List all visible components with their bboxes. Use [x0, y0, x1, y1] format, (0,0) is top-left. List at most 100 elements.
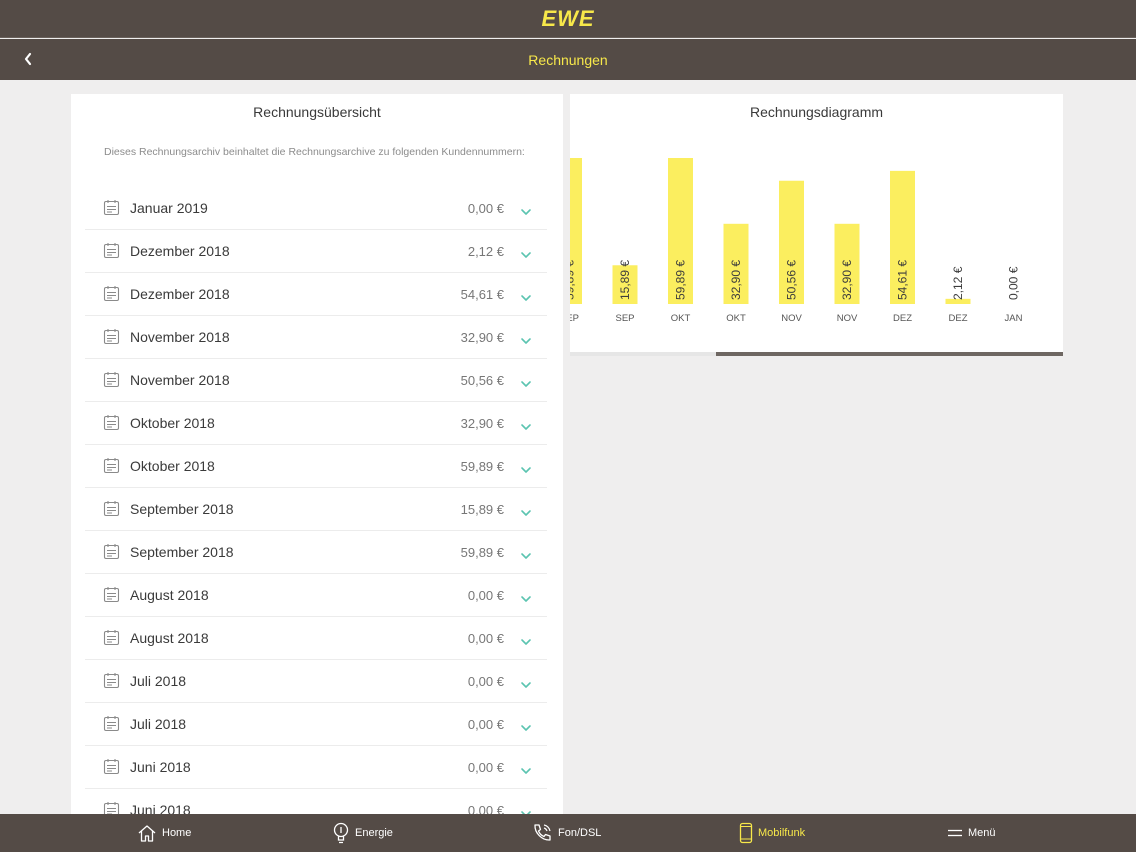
invoice-month: Dezember 2018	[130, 286, 230, 302]
invoice-amount: 32,90 €	[460, 329, 504, 345]
chevron-down-icon[interactable]	[520, 204, 532, 215]
menu-icon	[948, 829, 962, 837]
bar-value-label: 59,89 €	[674, 260, 688, 300]
bulb-icon	[333, 822, 349, 844]
chevron-down-icon[interactable]	[520, 634, 532, 645]
app-header: EWE	[0, 0, 1136, 38]
calendar-icon	[103, 543, 120, 560]
invoice-row[interactable]: Januar 2019 0,00 €	[85, 187, 547, 230]
calendar-icon	[103, 629, 120, 646]
invoice-amount: 54,61 €	[460, 286, 504, 302]
tab-menu-label: Menü	[968, 827, 996, 839]
tab-home[interactable]: Home	[137, 814, 191, 852]
invoice-row[interactable]: September 2018 15,89 €	[85, 488, 547, 531]
category-label: OKT	[671, 313, 691, 324]
invoice-row[interactable]: September 2018 59,89 €	[85, 531, 547, 574]
invoice-row[interactable]: Juni 2018 0,00 €	[85, 746, 547, 789]
phone-icon	[534, 824, 551, 841]
tab-menu[interactable]: Menü	[947, 814, 996, 852]
invoice-amount: 0,00 €	[467, 587, 504, 603]
invoice-amount: 0,00 €	[467, 716, 504, 732]
tab-energie[interactable]: Energie	[332, 814, 393, 852]
chart-title: Rechnungsdiagramm	[749, 104, 884, 120]
chevron-down-icon[interactable]	[520, 505, 532, 516]
invoice-amount: 59,89 €	[460, 458, 504, 474]
chevron-down-icon[interactable]	[520, 247, 532, 258]
invoice-row[interactable]: Dezember 2018 2,12 €	[85, 230, 547, 273]
calendar-icon	[103, 672, 120, 689]
chevron-down-icon[interactable]	[520, 806, 532, 814]
category-label: SEP	[570, 313, 579, 324]
chevron-down-icon[interactable]	[520, 376, 532, 387]
bar-value-label: 2,12 €	[951, 266, 965, 300]
invoice-bar-chart: 59,89 € SEP 15,89 € SEP 59,89 € OKT 32,90 € OKT…	[570, 158, 1023, 324]
chevron-down-icon[interactable]	[520, 419, 532, 430]
tab-energie-label: Energie	[355, 827, 393, 839]
bottom-tab-bar: Home Energie Fon/DSL Mobilfunk Menü	[0, 814, 1136, 852]
chevron-down-icon[interactable]	[520, 720, 532, 731]
calendar-icon	[103, 414, 120, 431]
invoice-month: September 2018	[130, 501, 234, 517]
bar-value-label: 0,00 €	[1007, 266, 1021, 300]
invoice-month: Januar 2019	[130, 200, 208, 216]
invoice-amount: 0,00 €	[467, 673, 504, 689]
chevron-down-icon[interactable]	[520, 462, 532, 473]
invoice-row[interactable]: November 2018 32,90 €	[85, 316, 547, 359]
invoice-row[interactable]: August 2018 0,00 €	[85, 574, 547, 617]
invoice-row[interactable]: Juni 2018 0,00 €	[85, 789, 547, 814]
category-label: JAN	[1005, 313, 1023, 324]
invoice-month: August 2018	[130, 587, 209, 603]
invoice-amount: 32,90 €	[460, 415, 504, 431]
invoice-month: November 2018	[130, 372, 230, 388]
invoice-row[interactable]: Juli 2018 0,00 €	[85, 703, 547, 746]
invoice-month: November 2018	[130, 329, 230, 345]
calendar-icon	[103, 371, 120, 388]
invoice-row[interactable]: August 2018 0,00 €	[85, 617, 547, 660]
bar-value-label: 32,90 €	[729, 260, 743, 300]
invoice-amount: 59,89 €	[460, 544, 504, 560]
invoice-month: Dezember 2018	[130, 243, 230, 259]
tab-fon-dsl-label: Fon/DSL	[558, 827, 602, 839]
home-icon	[138, 825, 156, 842]
invoice-month: Juli 2018	[130, 673, 187, 689]
chevron-down-icon[interactable]	[520, 290, 532, 301]
chevron-down-icon[interactable]	[520, 763, 532, 774]
calendar-icon	[103, 199, 120, 216]
invoice-month: Juni 2018	[130, 802, 191, 814]
category-label: SEP	[615, 313, 634, 324]
invoice-amount: 0,00 €	[467, 200, 504, 216]
invoice-overview-panel: Rechnungsübersicht Dieses Rechnungsarchi…	[71, 94, 563, 814]
calendar-icon	[103, 242, 120, 259]
chevron-down-icon[interactable]	[520, 333, 532, 344]
invoice-row[interactable]: Juli 2018 0,00 €	[85, 660, 547, 703]
bar-value-label: 59,89 €	[570, 260, 577, 300]
tab-mobilfunk-label: Mobilfunk	[758, 827, 806, 839]
chevron-down-icon[interactable]	[520, 677, 532, 688]
invoice-row[interactable]: Oktober 2018 32,90 €	[85, 402, 547, 445]
calendar-icon	[103, 586, 120, 603]
invoice-month: Juli 2018	[130, 716, 187, 732]
tab-fon-dsl[interactable]: Fon/DSL	[531, 814, 601, 852]
invoice-amount: 0,00 €	[467, 630, 504, 646]
invoice-row[interactable]: Oktober 2018 59,89 €	[85, 445, 547, 488]
tab-mobilfunk[interactable]: Mobilfunk	[739, 814, 805, 852]
invoice-row[interactable]: November 2018 50,56 €	[85, 359, 547, 402]
invoice-amount: 0,00 €	[467, 759, 504, 775]
chart-scroll-thumb[interactable]	[716, 352, 1063, 356]
invoice-amount: 2,12 €	[467, 243, 504, 259]
chevron-down-icon[interactable]	[520, 591, 532, 602]
category-label: NOV	[837, 313, 858, 324]
back-button[interactable]	[18, 49, 38, 69]
chevron-down-icon[interactable]	[520, 548, 532, 559]
page-title: Rechnungen	[528, 51, 608, 68]
tab-home-label: Home	[162, 827, 192, 839]
invoice-month: Juni 2018	[130, 759, 191, 775]
category-label: DEZ	[949, 313, 968, 324]
overview-intro: Dieses Rechnungsarchiv beinhaltet die Re…	[104, 146, 525, 158]
calendar-icon	[103, 285, 120, 302]
bar-value-label: 15,89 €	[618, 260, 632, 300]
calendar-icon	[103, 328, 120, 345]
invoice-month: September 2018	[130, 544, 234, 560]
overview-title: Rechnungsübersicht	[253, 104, 381, 120]
invoice-row[interactable]: Dezember 2018 54,61 €	[85, 273, 547, 316]
